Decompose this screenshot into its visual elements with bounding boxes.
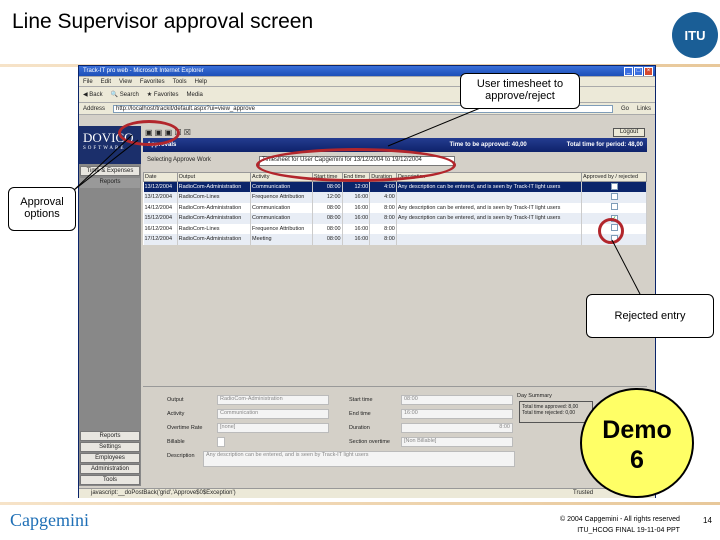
callout-timesheet: User timesheet to approve/reject <box>460 73 580 109</box>
callout-rejected: Rejected entry <box>586 294 714 338</box>
page-number: 14 <box>703 516 712 525</box>
demo-badge: Demo 6 <box>580 388 694 498</box>
footer-divider <box>0 502 720 505</box>
footer-text: © 2004 Capgemini - All rights reserved IT… <box>560 516 680 534</box>
capgemini-logo: Capgemini <box>10 510 89 530</box>
callout-approval: Approval options <box>8 187 76 231</box>
